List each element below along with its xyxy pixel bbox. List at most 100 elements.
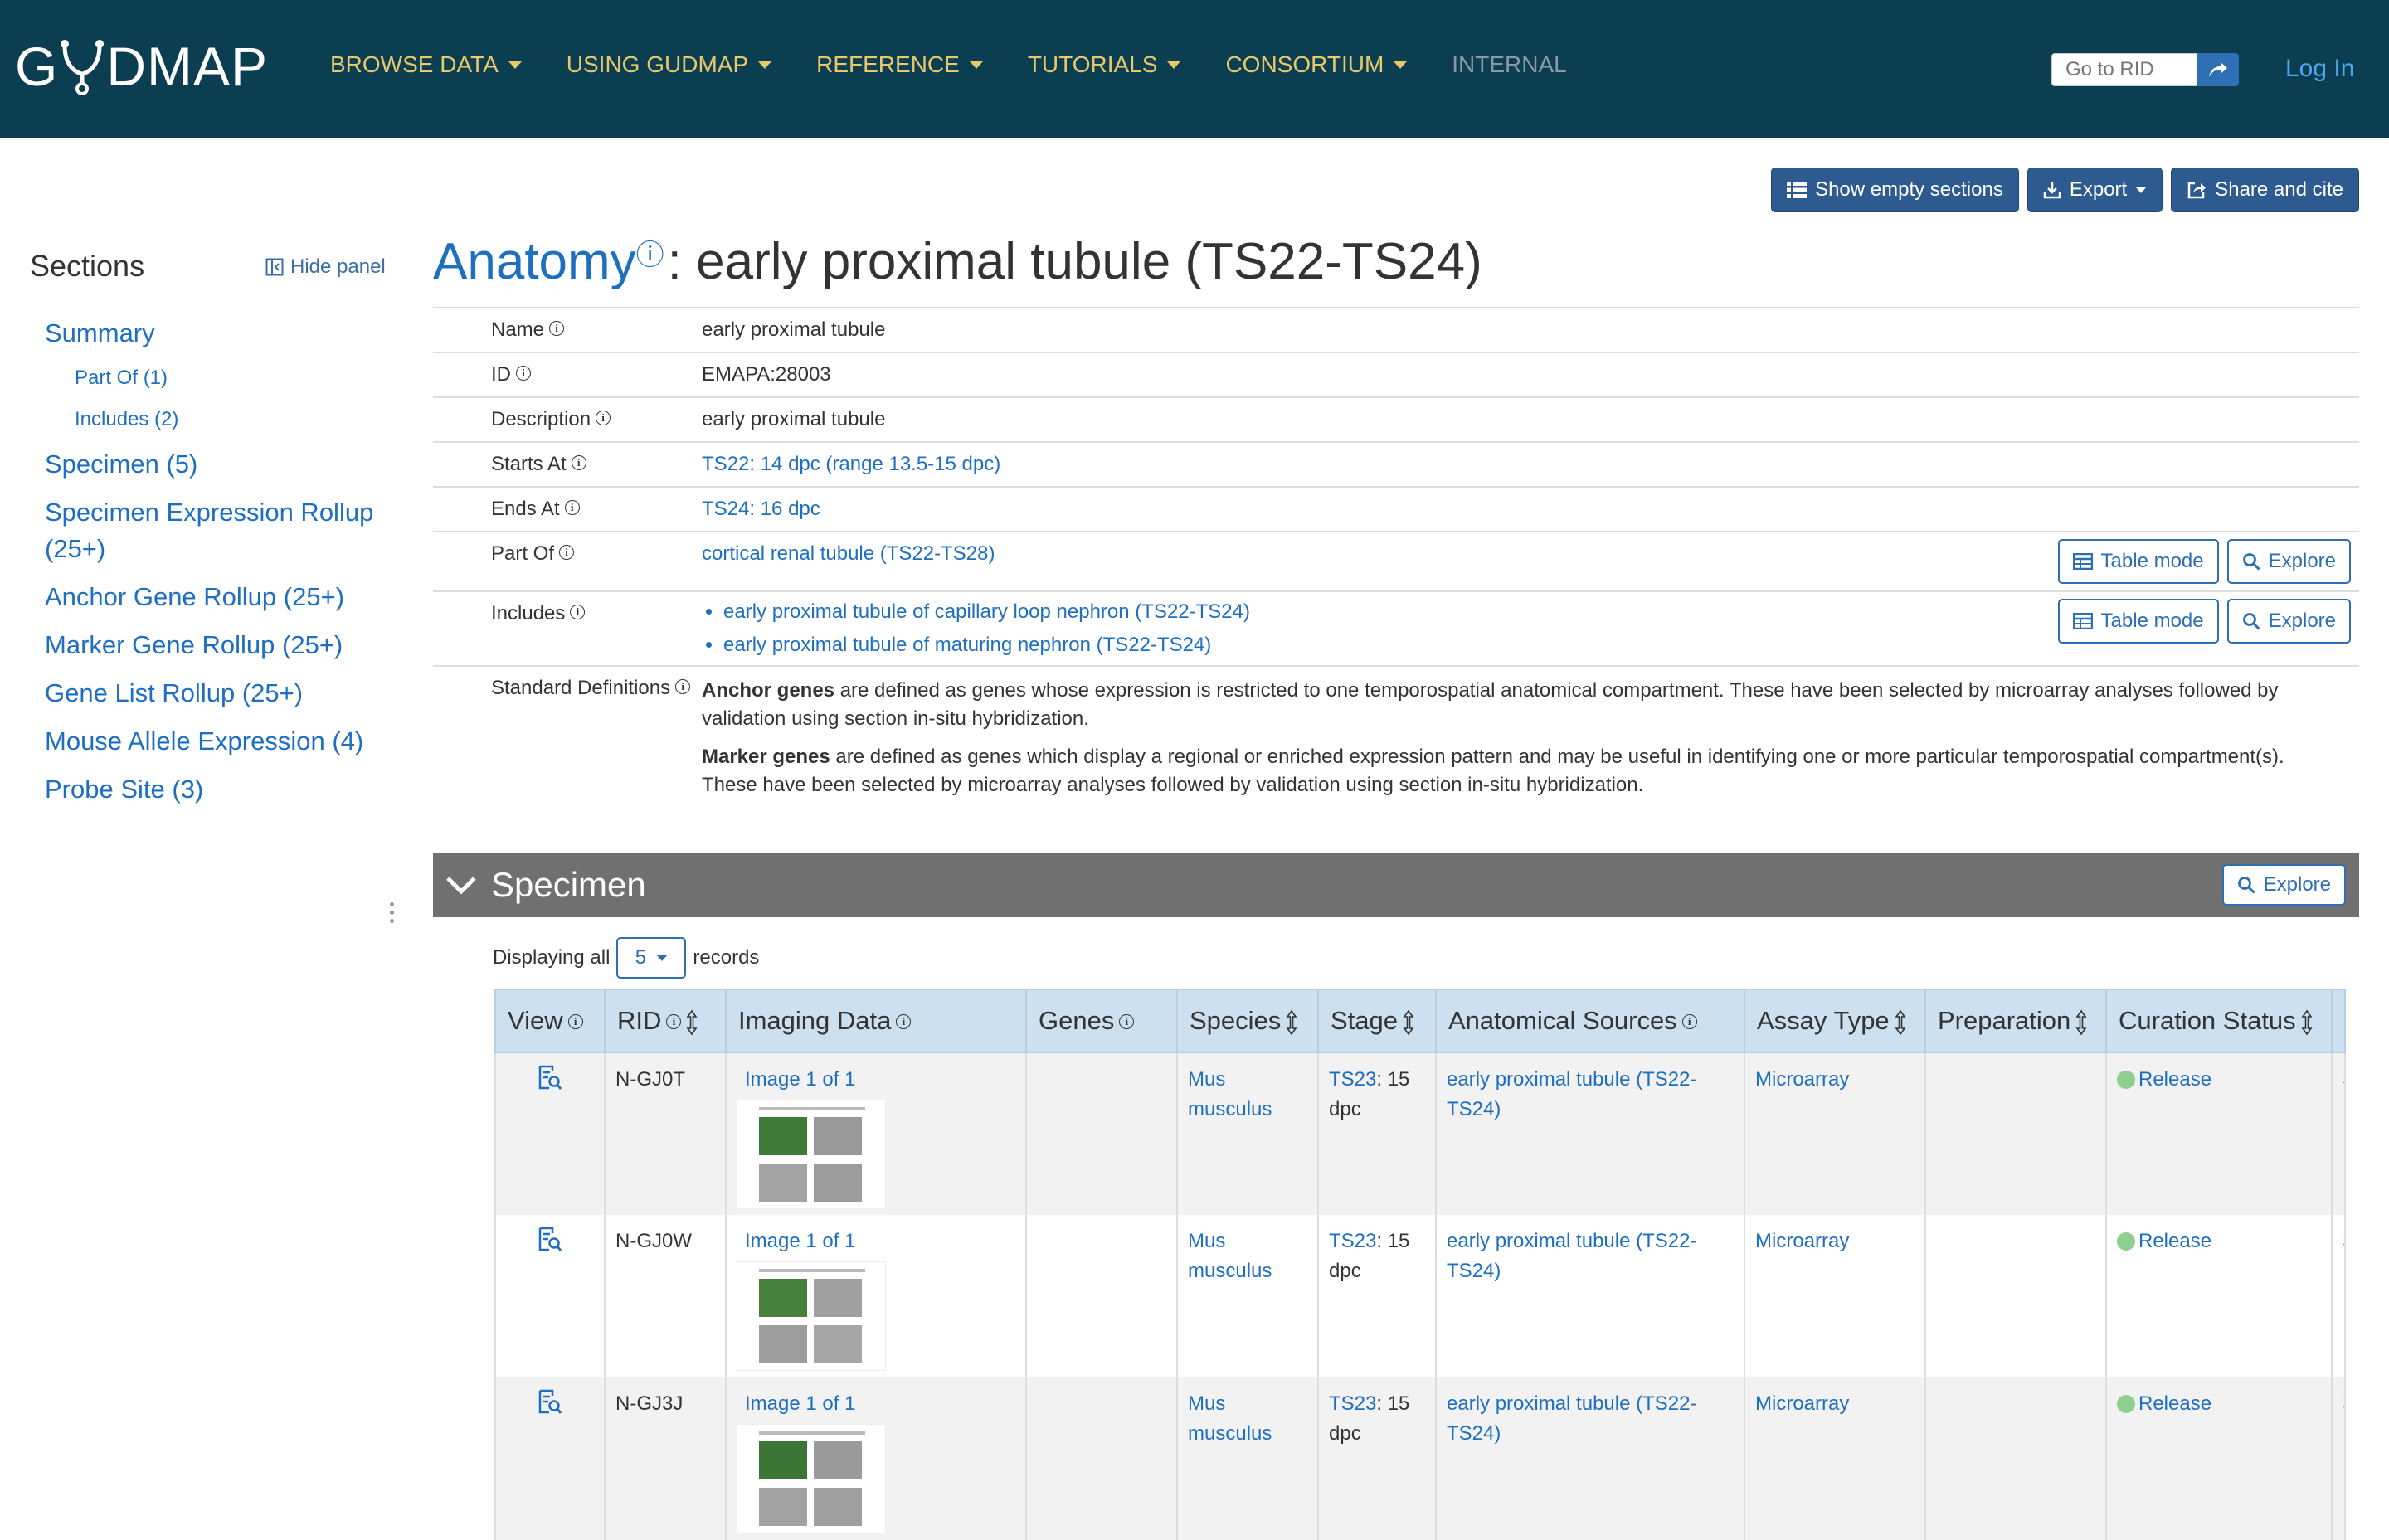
key-label: ID	[491, 363, 511, 386]
stage-link[interactable]: TS23	[1329, 1068, 1376, 1091]
sort-icon[interactable]	[2075, 1009, 2087, 1036]
includes-link[interactable]: early proximal tubule of capillary loop …	[723, 600, 1250, 623]
col-assay-type[interactable]: Assay Type	[1744, 989, 1926, 1053]
image-link[interactable]: Image 1 of 1	[745, 1068, 855, 1091]
species-link[interactable]: Mus musculus	[1188, 1068, 1272, 1120]
login-link[interactable]: Log In	[2285, 55, 2354, 83]
page-size-select[interactable]: 5	[616, 937, 687, 979]
nav-tutorials[interactable]: TUTORIALS	[1028, 51, 1181, 78]
assay-link[interactable]: Microarray	[1755, 1230, 1849, 1252]
assay-link[interactable]: Microarray	[1755, 1392, 1849, 1415]
sort-icon[interactable]	[2301, 1009, 2313, 1036]
nav-reference[interactable]: REFERENCE	[816, 51, 983, 78]
specimen-thumbnail[interactable]	[737, 1261, 886, 1371]
export-button[interactable]: Export	[2027, 168, 2163, 212]
sort-icon[interactable]	[1286, 1009, 1297, 1036]
stage-cell: TS23: 15 dpc	[1317, 1052, 1437, 1215]
status-link[interactable]: Release	[2138, 1068, 2211, 1091]
sort-icon[interactable]	[1403, 1009, 1414, 1036]
extra-link[interactable]: S	[2343, 1068, 2345, 1091]
section-link-part-of[interactable]: Part Of (1)	[75, 363, 393, 393]
nav-browse-data[interactable]: BROWSE DATA	[330, 51, 522, 78]
view-record-icon[interactable]	[538, 1065, 562, 1091]
includes-link[interactable]: early proximal tubule of maturing nephro…	[723, 634, 1211, 656]
assay-link[interactable]: Microarray	[1755, 1068, 1849, 1091]
specimen-section-header[interactable]: Specimen Explore	[433, 853, 2359, 917]
status-link[interactable]: Release	[2138, 1392, 2211, 1415]
info-icon[interactable]: i	[666, 1014, 682, 1029]
info-icon[interactable]: i	[516, 366, 531, 381]
info-icon[interactable]: i	[675, 679, 691, 694]
table-mode-button[interactable]: Table mode	[2057, 539, 2219, 584]
species-link[interactable]: Mus musculus	[1188, 1392, 1272, 1445]
anatomy-link[interactable]: early proximal tubule (TS22-TS24)	[1447, 1230, 1696, 1282]
specimen-explore-button[interactable]: Explore	[2221, 864, 2346, 906]
info-icon[interactable]: i	[571, 455, 586, 470]
anatomy-link[interactable]: early proximal tubule (TS22-TS24)	[1447, 1068, 1696, 1120]
section-link-specimen-expression-rollup[interactable]: Specimen Expression Rollup (25+)	[45, 494, 393, 567]
field-key: Starts At i	[433, 443, 702, 486]
view-record-icon[interactable]	[538, 1389, 562, 1416]
explore-button[interactable]: Explore	[2226, 539, 2351, 584]
info-icon[interactable]: i	[1119, 1014, 1135, 1029]
show-empty-sections-button[interactable]: Show empty sections	[1771, 168, 2019, 212]
col-species[interactable]: Species	[1176, 989, 1319, 1053]
specimen-thumbnail[interactable]	[737, 1100, 886, 1209]
info-icon[interactable]: i	[567, 1014, 583, 1029]
stage-link[interactable]: TS23	[1329, 1230, 1376, 1252]
section-link-anchor-gene-rollup[interactable]: Anchor Gene Rollup (25+)	[45, 579, 393, 615]
view-record-icon[interactable]	[538, 1227, 562, 1253]
status-link[interactable]: Release	[2138, 1230, 2211, 1252]
info-icon[interactable]: i	[1681, 1014, 1697, 1029]
section-link-probe-site[interactable]: Probe Site (3)	[45, 771, 393, 808]
anchor-genes-definition: Anchor genes are defined as genes whose …	[702, 677, 2343, 733]
col-stage[interactable]: Stage	[1317, 989, 1437, 1053]
section-link-mouse-allele-expression[interactable]: Mouse Allele Expression (4)	[45, 723, 393, 760]
entity-link[interactable]: Anatomy	[433, 232, 636, 291]
specimen-thumbnail[interactable]	[737, 1424, 886, 1533]
nav-consortium[interactable]: CONSORTIUM	[1225, 51, 1408, 78]
image-link[interactable]: Image 1 of 1	[745, 1230, 855, 1252]
rid-input[interactable]	[2051, 53, 2197, 86]
info-icon[interactable]: i	[896, 1014, 912, 1029]
hide-panel-button[interactable]: Hide panel	[265, 255, 386, 279]
gudmap-logo[interactable]: G DMAP	[15, 33, 268, 100]
info-icon[interactable]: i	[564, 500, 580, 515]
info-icon[interactable]: i	[549, 321, 565, 336]
col-preparation[interactable]: Preparation	[1924, 989, 2107, 1053]
main-nav: BROWSE DATA USING GUDMAP REFERENCE TUTOR…	[330, 51, 1612, 78]
info-icon[interactable]: i	[559, 545, 575, 560]
info-icon[interactable]: i	[570, 605, 586, 619]
col-curation-status[interactable]: Curation Status	[2105, 989, 2333, 1053]
sort-icon[interactable]	[686, 1009, 698, 1036]
info-icon[interactable]: ⓘ	[636, 232, 664, 273]
image-link[interactable]: Image 1 of 1	[745, 1392, 855, 1415]
starts-at-link[interactable]: TS22: 14 dpc (range 13.5-15 dpc)	[702, 453, 1000, 475]
resize-handle[interactable]	[390, 902, 395, 927]
extra-link[interactable]: S	[2343, 1230, 2345, 1252]
ends-at-link[interactable]: TS24: 16 dpc	[702, 498, 820, 520]
nav-internal[interactable]: INTERNAL	[1452, 51, 1566, 78]
section-link-includes[interactable]: Includes (2)	[75, 405, 393, 435]
field-value: Anchor genes are defined as genes whose …	[702, 667, 2359, 819]
info-icon[interactable]: i	[596, 411, 611, 425]
stage-link[interactable]: TS23	[1329, 1392, 1376, 1415]
section-link-summary[interactable]: Summary	[45, 315, 393, 352]
rid-go-button[interactable]	[2197, 53, 2239, 86]
key-label: Ends At	[491, 498, 560, 520]
section-link-gene-list-rollup[interactable]: Gene List Rollup (25+)	[45, 675, 393, 712]
species-link[interactable]: Mus musculus	[1188, 1230, 1272, 1282]
section-link-marker-gene-rollup[interactable]: Marker Gene Rollup (25+)	[45, 627, 393, 663]
extra-link[interactable]: S	[2343, 1392, 2345, 1415]
share-cite-button[interactable]: Share and cite	[2171, 168, 2359, 212]
nav-using-gudmap[interactable]: USING GUDMAP	[567, 51, 772, 78]
sort-icon[interactable]	[1895, 1009, 1906, 1036]
section-link-specimen[interactable]: Specimen (5)	[45, 446, 393, 483]
chevron-down-icon[interactable]	[445, 873, 478, 896]
explore-button[interactable]: Explore	[2226, 599, 2351, 644]
anatomy-link[interactable]: early proximal tubule (TS22-TS24)	[1447, 1392, 1696, 1445]
part-of-link[interactable]: cortical renal tubule (TS22-TS28)	[702, 542, 995, 565]
col-rid[interactable]: RID i	[604, 989, 727, 1053]
table-mode-button[interactable]: Table mode	[2057, 599, 2219, 644]
export-label: Export	[2069, 178, 2128, 201]
